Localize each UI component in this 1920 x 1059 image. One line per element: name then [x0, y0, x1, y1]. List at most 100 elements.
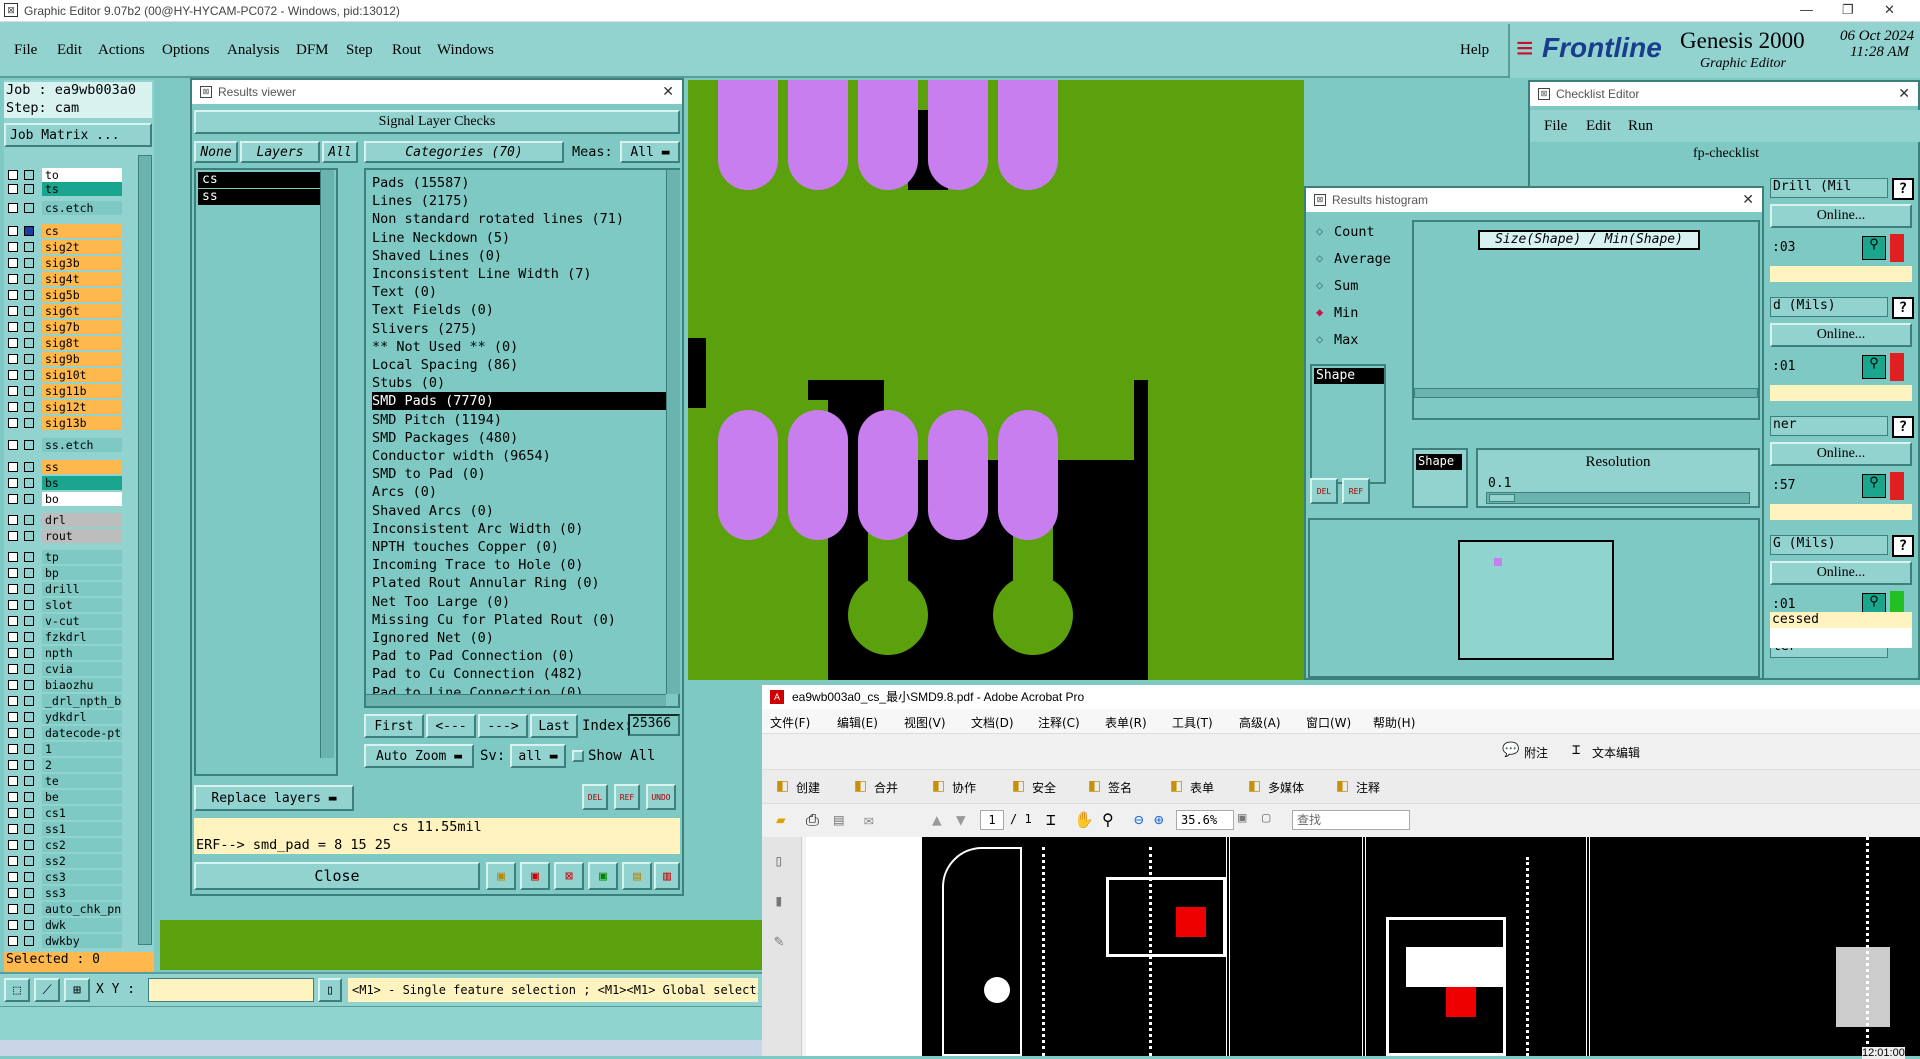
category-item[interactable]: Non standard rotated lines (71)	[372, 210, 624, 228]
layer-row[interactable]: sig13b	[8, 416, 123, 430]
menu-step[interactable]: Step	[346, 42, 373, 59]
acrobat-tool-icon[interactable]: ◧	[1012, 778, 1025, 794]
layer-state-icon[interactable]	[24, 184, 34, 194]
menu-rout[interactable]: Rout	[392, 42, 421, 59]
layer-name[interactable]: ss1	[42, 822, 122, 836]
layer-name[interactable]: npth	[42, 646, 122, 660]
layer-state-icon[interactable]	[24, 776, 34, 786]
layer-state-icon[interactable]	[24, 418, 34, 428]
ref-button[interactable]: REF	[614, 784, 640, 810]
layer-row[interactable]: datecode-pte	[8, 726, 123, 740]
category-item[interactable]: SMD Pitch (1194)	[372, 411, 502, 429]
check-name[interactable]: d (Mils)	[1770, 297, 1888, 317]
layer-state-icon[interactable]	[24, 824, 34, 834]
layer-state-icon[interactable]	[24, 936, 34, 946]
show-all-checkbox[interactable]	[572, 750, 584, 762]
layer-name[interactable]: drill	[42, 582, 122, 596]
smd-pad[interactable]	[858, 410, 918, 540]
acrobat-tool-icon[interactable]: ◧	[854, 778, 867, 794]
note-icon[interactable]: 💬	[1502, 742, 1519, 758]
prev-page-icon[interactable]: ▲	[932, 810, 942, 829]
layer-state-icon[interactable]	[24, 354, 34, 364]
layer-row[interactable]: bs	[8, 476, 123, 490]
layer-name[interactable]: fzkdrl	[42, 630, 122, 644]
layer-checkbox[interactable]	[8, 552, 18, 562]
acrobat-menu-item[interactable]: 编辑(E)	[837, 714, 878, 731]
layer-checkbox[interactable]	[8, 824, 18, 834]
tool-icon[interactable]: ▣	[520, 862, 550, 890]
menu-windows[interactable]: Windows	[437, 42, 494, 59]
close-icon[interactable]: ✕	[1884, 2, 1895, 18]
text-edit-tool[interactable]: 文本编辑	[1592, 744, 1640, 761]
help-icon[interactable]: ?	[1892, 416, 1914, 438]
tool-icon[interactable]: ▣	[588, 862, 618, 890]
layer-checkbox[interactable]	[8, 712, 18, 722]
layer-name[interactable]: auto_chk_pn	[42, 902, 122, 916]
layer-name[interactable]: dwkby	[42, 934, 122, 948]
acrobat-menu-item[interactable]: 高级(A)	[1239, 714, 1281, 731]
acrobat-menu-item[interactable]: 注释(C)	[1038, 714, 1080, 731]
layer-state-icon[interactable]	[24, 712, 34, 722]
zoom-result-icon[interactable]: ⚲	[1862, 355, 1886, 379]
layer-name[interactable]: cvia	[42, 662, 122, 676]
layer-name[interactable]: cs3	[42, 870, 122, 884]
layer-row[interactable]: sig8t	[8, 336, 123, 350]
pdf-page[interactable]	[806, 837, 1920, 1056]
layer-state-icon[interactable]	[24, 552, 34, 562]
category-item[interactable]: Inconsistent Arc Width (0)	[372, 520, 583, 538]
index-field[interactable]: 25366	[628, 714, 680, 736]
layer-state-icon[interactable]	[24, 440, 34, 450]
restore-icon[interactable]: ❐	[1842, 2, 1854, 18]
layer-state-icon[interactable]	[24, 170, 34, 180]
first-button[interactable]: First	[364, 714, 424, 738]
layer-name[interactable]: sig8t	[42, 336, 122, 350]
help-icon[interactable]: ?	[1892, 178, 1914, 200]
layer-row[interactable]: dwk	[8, 918, 123, 932]
layer-name[interactable]: te	[42, 774, 122, 788]
layer-name[interactable]: sig9b	[42, 352, 122, 366]
layer-checkbox[interactable]	[8, 418, 18, 428]
layer-row[interactable]: cs	[8, 224, 123, 238]
save-icon[interactable]: ▤	[834, 810, 844, 829]
layer-name[interactable]: sig3b	[42, 256, 122, 270]
category-item[interactable]: Line Neckdown (5)	[372, 229, 510, 247]
layer-name[interactable]: sig2t	[42, 240, 122, 254]
layer-checkbox[interactable]	[8, 386, 18, 396]
acrobat-tool-icon[interactable]: ◧	[1088, 778, 1101, 794]
acrobat-menu-item[interactable]: 帮助(H)	[1373, 714, 1415, 731]
prev-button[interactable]: <---	[426, 714, 476, 738]
layer-name[interactable]: ss	[42, 460, 122, 474]
histogram-hscrollbar[interactable]	[1414, 388, 1758, 398]
layer-checkbox[interactable]	[8, 872, 18, 882]
meas-dropdown[interactable]: All ▬	[620, 141, 680, 163]
acrobat-tool-button[interactable]: 多媒体	[1268, 779, 1304, 796]
category-item[interactable]: Text Fields (0)	[372, 301, 494, 319]
layer-state-icon[interactable]	[24, 515, 34, 525]
layer-name[interactable]: sig13b	[42, 416, 122, 430]
close-button[interactable]: Close	[194, 862, 480, 890]
layer-state-icon[interactable]	[24, 478, 34, 488]
layer-state-icon[interactable]	[24, 696, 34, 706]
zoom-result-icon[interactable]: ⚲	[1862, 236, 1886, 260]
layer-row[interactable]: sig10t	[8, 368, 123, 382]
layer-checkbox[interactable]	[8, 568, 18, 578]
layer-checkbox[interactable]	[8, 242, 18, 252]
layer-name[interactable]: bs	[42, 476, 122, 490]
layer-row[interactable]: v-cut	[8, 614, 123, 628]
layer-state-icon[interactable]	[24, 462, 34, 472]
layer-state-icon[interactable]	[24, 632, 34, 642]
zoom-level-input[interactable]: 35.6%	[1176, 810, 1234, 830]
email-icon[interactable]: ✉	[864, 810, 874, 829]
layer-state-icon[interactable]	[24, 386, 34, 396]
category-item[interactable]: Net Too Large (0)	[372, 593, 510, 611]
layer-name[interactable]: _drl_npth_ba	[42, 694, 122, 708]
layer-state-icon[interactable]	[24, 760, 34, 770]
minimize-icon[interactable]: —	[1800, 2, 1813, 17]
layer-name[interactable]: slot	[42, 598, 122, 612]
layer-checkbox[interactable]	[8, 203, 18, 213]
acrobat-tool-button[interactable]: 创建	[796, 779, 820, 796]
layer-row[interactable]: sig6t	[8, 304, 123, 318]
layer-checkbox[interactable]	[8, 354, 18, 364]
layer-name[interactable]: cs.etch	[42, 201, 122, 215]
layer-state-icon[interactable]	[24, 904, 34, 914]
